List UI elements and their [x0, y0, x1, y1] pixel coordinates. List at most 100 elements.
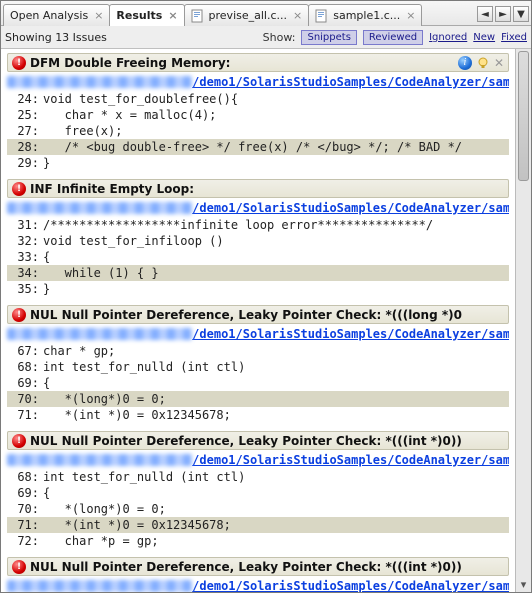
line-number: 34:	[7, 265, 43, 281]
filter-ignored-toggle[interactable]: Ignored	[429, 32, 467, 43]
code-line: 71: *(int *)0 = 0x12345678;	[7, 407, 509, 423]
issue-header[interactable]: ! NUL Null Pointer Dereference, Leaky Poi…	[7, 557, 509, 576]
code-line: 67:char * gp;	[7, 343, 509, 359]
tab-label: Open Analysis	[10, 9, 88, 22]
issue-path-row: /demo1/SolarisStudioSamples/CodeAnalyzer…	[7, 452, 509, 468]
code-text: char * gp;	[43, 343, 509, 359]
show-label: Show:	[263, 31, 296, 44]
lightbulb-icon[interactable]	[476, 56, 490, 70]
close-icon[interactable]: ×	[94, 9, 103, 22]
redacted-path-segment	[7, 76, 192, 88]
line-number: 70:	[7, 501, 43, 517]
close-icon[interactable]: ×	[406, 9, 415, 22]
filter-fixed-toggle[interactable]: Fixed	[501, 32, 527, 43]
line-number: 68:	[7, 359, 43, 375]
code-text: while (1) { }	[43, 265, 509, 281]
issue: ! DFM Double Freeing Memory: i ✕ /demo1/Sola…	[7, 53, 509, 171]
info-icon[interactable]: i	[458, 56, 472, 70]
error-icon: !	[12, 56, 26, 70]
line-number: 33:	[7, 249, 43, 265]
issue-title: NUL Null Pointer Dereference, Leaky Poin…	[30, 560, 462, 574]
filter-new-toggle[interactable]: New	[473, 32, 495, 43]
line-number: 72:	[7, 533, 43, 549]
code-line: 34: while (1) { }	[7, 265, 509, 281]
tab-label: previse_all.c...	[209, 9, 287, 22]
tab-scroll-right-button[interactable]: ►	[495, 6, 511, 22]
close-icon[interactable]: ×	[168, 9, 177, 22]
code-text: }	[43, 155, 509, 171]
redacted-path-segment	[7, 580, 192, 592]
tab-results[interactable]: Results ×	[109, 4, 184, 26]
line-number: 31:	[7, 217, 43, 233]
issue-header[interactable]: ! INF Infinite Empty Loop:	[7, 179, 509, 198]
tab-open-analysis[interactable]: Open Analysis ×	[3, 4, 110, 26]
issue: ! NUL Null Pointer Dereference, Leaky Poi…	[7, 431, 509, 549]
issue-path-link[interactable]: /demo1/SolarisStudioSamples/CodeAnalyzer…	[192, 201, 509, 215]
issue-header[interactable]: ! NUL Null Pointer Dereference, Leaky Poi…	[7, 431, 509, 450]
vertical-scrollbar[interactable]: ▾	[515, 49, 531, 592]
line-number: 71:	[7, 517, 43, 533]
tab-label: Results	[116, 9, 162, 22]
tab-list-button[interactable]: ▼	[513, 6, 529, 22]
error-icon: !	[12, 434, 26, 448]
code-line: 68:int test_for_nulld (int ctl)	[7, 359, 509, 375]
issue-path-row: /demo1/SolarisStudioSamples/CodeAnalyzer…	[7, 200, 509, 216]
tab-sample1-c[interactable]: sample1.c... ×	[308, 4, 422, 26]
code-text: char *p = gp;	[43, 533, 509, 549]
redacted-path-segment	[7, 454, 192, 466]
code-line: 68:int test_for_nulld (int ctl)	[7, 469, 509, 485]
code-text: {	[43, 375, 509, 391]
c-file-icon	[315, 9, 329, 23]
redacted-path-segment	[7, 202, 192, 214]
line-number: 35:	[7, 281, 43, 297]
issue-header[interactable]: ! NUL Null Pointer Dereference, Leaky Poi…	[7, 305, 509, 324]
c-file-icon	[191, 9, 205, 23]
tab-previse-all-c[interactable]: previse_all.c... ×	[184, 4, 310, 26]
issue-title: NUL Null Pointer Dereference, Leaky Poin…	[30, 308, 462, 322]
code-text: /* <bug double-free> */ free(x) /* </bug…	[43, 139, 509, 155]
error-icon: !	[12, 560, 26, 574]
code-text: *(int *)0 = 0x12345678;	[43, 407, 509, 423]
line-number: 68:	[7, 469, 43, 485]
line-number: 28:	[7, 139, 43, 155]
issue-header[interactable]: ! DFM Double Freeing Memory: i ✕	[7, 53, 509, 72]
issue-path-link[interactable]: /demo1/SolarisStudioSamples/CodeAnalyzer…	[192, 579, 509, 592]
close-icon[interactable]: ×	[293, 9, 302, 22]
error-icon: !	[12, 308, 26, 322]
issues-scroll-area[interactable]: ! DFM Double Freeing Memory: i ✕ /demo1/Sola…	[1, 49, 515, 592]
code-snippet: 67:char * gp;68:int test_for_nulld (int …	[7, 343, 509, 423]
issue-count-label: Showing 13 Issues	[5, 31, 107, 44]
code-line: 28: /* <bug double-free> */ free(x) /* <…	[7, 139, 509, 155]
summary-bar: Showing 13 Issues Show: Snippets Reviewe…	[1, 26, 531, 49]
issue-path-link[interactable]: /demo1/SolarisStudioSamples/CodeAnalyzer…	[192, 453, 509, 467]
code-text: *(long*)0 = 0;	[43, 501, 509, 517]
code-line: 71: *(int *)0 = 0x12345678;	[7, 517, 509, 533]
code-line: 70: *(long*)0 = 0;	[7, 391, 509, 407]
line-number: 32:	[7, 233, 43, 249]
tab-label: sample1.c...	[333, 9, 400, 22]
code-line: 35:}	[7, 281, 509, 297]
issue-title: INF Infinite Empty Loop:	[30, 182, 194, 196]
code-snippet: 68:int test_for_nulld (int ctl)69:{70: *…	[7, 469, 509, 549]
filter-reviewed-toggle[interactable]: Reviewed	[363, 30, 423, 45]
issue-path-link[interactable]: /demo1/SolarisStudioSamples/CodeAnalyzer…	[192, 327, 509, 341]
tab-scroll-left-button[interactable]: ◄	[477, 6, 493, 22]
issue-title: DFM Double Freeing Memory:	[30, 56, 230, 70]
tab-strip: Open Analysis × Results × previse_all.c.…	[1, 1, 531, 26]
code-text: void test_for_doublefree(){	[43, 91, 509, 107]
error-icon: !	[12, 182, 26, 196]
close-icon[interactable]: ✕	[494, 56, 504, 70]
code-text: /******************infinite loop error**…	[43, 217, 509, 233]
filter-snippets-toggle[interactable]: Snippets	[301, 30, 356, 45]
code-text: char * x = malloc(4);	[43, 107, 509, 123]
code-text: free(x);	[43, 123, 509, 139]
scrollbar-thumb[interactable]	[518, 51, 529, 181]
line-number: 71:	[7, 407, 43, 423]
issue-title: NUL Null Pointer Dereference, Leaky Poin…	[30, 434, 462, 448]
code-line: 25: char * x = malloc(4);	[7, 107, 509, 123]
issues-list: ! DFM Double Freeing Memory: i ✕ /demo1/Sola…	[1, 49, 515, 592]
app-window: Open Analysis × Results × previse_all.c.…	[0, 0, 532, 593]
issue-path-link[interactable]: /demo1/SolarisStudioSamples/CodeAnalyzer…	[192, 75, 509, 89]
code-snippet: 31:/******************infinite loop erro…	[7, 217, 509, 297]
scroll-down-arrow-icon[interactable]: ▾	[516, 577, 531, 592]
